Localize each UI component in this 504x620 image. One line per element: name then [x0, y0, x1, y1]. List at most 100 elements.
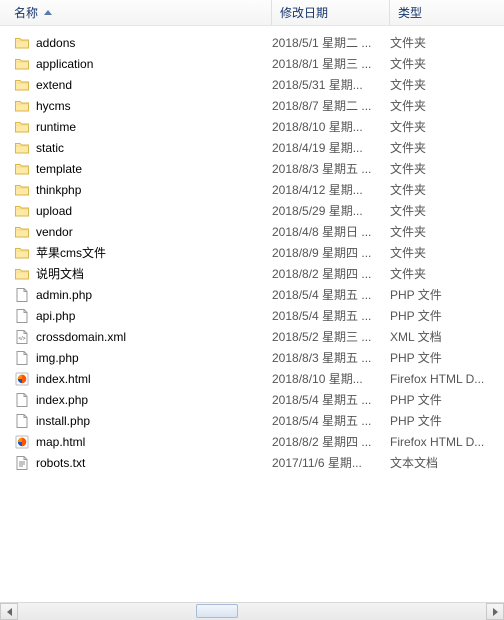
- php-icon: [14, 392, 30, 408]
- file-name-label: img.php: [36, 351, 79, 365]
- file-row[interactable]: robots.txt 2017/11/6 星期...文本文档: [0, 452, 504, 473]
- file-row[interactable]: addons 2018/5/1 星期二 ...文件夹: [0, 32, 504, 53]
- file-row[interactable]: 苹果cms文件2018/8/9 星期四 ...文件夹: [0, 242, 504, 263]
- file-name-cell: vendor: [14, 224, 272, 240]
- file-type-cell: 文件夹: [390, 118, 504, 135]
- file-date-cell: 2018/8/1 星期三 ...: [272, 55, 390, 72]
- php-icon: [14, 350, 30, 366]
- file-name-label: admin.php: [36, 288, 92, 302]
- file-type-cell: 文件夹: [390, 202, 504, 219]
- txt-icon: [14, 455, 30, 471]
- scrollbar-thumb[interactable]: [196, 604, 238, 618]
- scrollbar-track[interactable]: [18, 603, 486, 620]
- file-name-cell: hycms: [14, 98, 272, 114]
- file-name-cell: upload: [14, 203, 272, 219]
- file-name-label: index.html: [36, 372, 91, 386]
- scroll-left-button[interactable]: [0, 603, 18, 620]
- file-type-cell: XML 文档: [390, 328, 504, 345]
- file-date-cell: 2018/5/4 星期五 ...: [272, 307, 390, 324]
- column-name-label: 名称: [14, 4, 38, 21]
- file-date-cell: 2017/11/6 星期...: [272, 454, 390, 471]
- arrow-right-icon: [493, 608, 498, 616]
- file-type-cell: 文件夹: [390, 223, 504, 240]
- folder-icon: [14, 182, 30, 198]
- file-name-cell: img.php: [14, 350, 272, 366]
- file-type-cell: Firefox HTML D...: [390, 372, 504, 386]
- file-name-label: install.php: [36, 414, 90, 428]
- file-type-cell: 文本文档: [390, 454, 504, 471]
- file-date-cell: 2018/5/31 星期...: [272, 76, 390, 93]
- file-type-cell: PHP 文件: [390, 412, 504, 429]
- file-row[interactable]: vendor2018/4/8 星期日 ...文件夹: [0, 221, 504, 242]
- file-name-label: robots.txt: [36, 456, 85, 470]
- file-row[interactable]: extend2018/5/31 星期...文件夹: [0, 74, 504, 95]
- file-type-cell: 文件夹: [390, 55, 504, 72]
- file-type-cell: 文件夹: [390, 34, 504, 51]
- file-name-label: thinkphp: [36, 183, 81, 197]
- file-date-cell: 2018/4/8 星期日 ...: [272, 223, 390, 240]
- file-row[interactable]: thinkphp2018/4/12 星期...文件夹: [0, 179, 504, 200]
- file-name-label: runtime: [36, 120, 76, 134]
- sort-ascending-icon: [44, 10, 52, 15]
- file-row[interactable]: hycms2018/8/7 星期二 ...文件夹: [0, 95, 504, 116]
- file-name-label: 苹果cms文件: [36, 244, 106, 261]
- column-header-type[interactable]: 类型: [390, 0, 504, 25]
- scroll-right-button[interactable]: [486, 603, 504, 620]
- php-icon: [14, 287, 30, 303]
- column-header-name[interactable]: 名称: [0, 0, 272, 25]
- column-type-label: 类型: [398, 4, 422, 21]
- file-row[interactable]: img.php2018/8/3 星期五 ...PHP 文件: [0, 347, 504, 368]
- firefox-icon: [14, 371, 30, 387]
- file-row[interactable]: index.html2018/8/10 星期...Firefox HTML D.…: [0, 368, 504, 389]
- file-row[interactable]: upload2018/5/29 星期...文件夹: [0, 200, 504, 221]
- file-name-label: extend: [36, 78, 72, 92]
- file-row[interactable]: admin.php 2018/5/4 星期五 ...PHP 文件: [0, 284, 504, 305]
- folder-icon: [14, 77, 30, 93]
- horizontal-scrollbar[interactable]: [0, 602, 504, 620]
- php-icon: [14, 308, 30, 324]
- column-header-date[interactable]: 修改日期: [272, 0, 390, 25]
- file-date-cell: 2018/4/12 星期...: [272, 181, 390, 198]
- file-row[interactable]: install.php 2018/5/4 星期五 ...PHP 文件: [0, 410, 504, 431]
- php-icon: [14, 413, 30, 429]
- svg-text:</>: </>: [18, 336, 25, 342]
- file-name-cell: index.php: [14, 392, 272, 408]
- file-date-cell: 2018/5/4 星期五 ...: [272, 286, 390, 303]
- file-date-cell: 2018/5/1 星期二 ...: [272, 34, 390, 51]
- file-name-label: upload: [36, 204, 72, 218]
- column-date-label: 修改日期: [280, 4, 328, 21]
- file-row[interactable]: runtime2018/8/10 星期...文件夹: [0, 116, 504, 137]
- folder-icon: [14, 98, 30, 114]
- file-list: addons2018/5/1 星期二 ...文件夹application2018…: [0, 26, 504, 473]
- file-row[interactable]: </>crossdomain.xml2018/5/2 星期三 ...XML 文档: [0, 326, 504, 347]
- file-name-label: crossdomain.xml: [36, 330, 126, 344]
- file-row[interactable]: map.html2018/8/2 星期四 ...Firefox HTML D..…: [0, 431, 504, 452]
- file-name-label: addons: [36, 36, 75, 50]
- folder-icon: [14, 56, 30, 72]
- file-type-cell: PHP 文件: [390, 391, 504, 408]
- file-row[interactable]: template2018/8/3 星期五 ...文件夹: [0, 158, 504, 179]
- file-date-cell: 2018/4/19 星期...: [272, 139, 390, 156]
- file-name-cell: runtime: [14, 119, 272, 135]
- folder-icon: [14, 161, 30, 177]
- folder-icon: [14, 224, 30, 240]
- file-row[interactable]: application 2018/8/1 星期三 ...文件夹: [0, 53, 504, 74]
- file-name-cell: admin.php: [14, 287, 272, 303]
- file-type-cell: 文件夹: [390, 265, 504, 282]
- file-row[interactable]: 说明文档2018/8/2 星期四 ...文件夹: [0, 263, 504, 284]
- file-name-label: hycms: [36, 99, 71, 113]
- file-date-cell: 2018/8/3 星期五 ...: [272, 160, 390, 177]
- file-name-label: application: [36, 57, 93, 71]
- file-name-cell: thinkphp: [14, 182, 272, 198]
- file-type-cell: 文件夹: [390, 244, 504, 261]
- folder-icon: [14, 245, 30, 261]
- file-date-cell: 2018/5/4 星期五 ...: [272, 412, 390, 429]
- file-name-label: 说明文档: [36, 265, 84, 282]
- file-row[interactable]: static2018/4/19 星期...文件夹: [0, 137, 504, 158]
- file-type-cell: 文件夹: [390, 139, 504, 156]
- file-type-cell: PHP 文件: [390, 286, 504, 303]
- file-row[interactable]: api.php2018/5/4 星期五 ...PHP 文件: [0, 305, 504, 326]
- file-name-cell: 说明文档: [14, 265, 272, 282]
- file-name-cell: </> crossdomain.xml: [14, 329, 272, 345]
- file-row[interactable]: index.php2018/5/4 星期五 ...PHP 文件: [0, 389, 504, 410]
